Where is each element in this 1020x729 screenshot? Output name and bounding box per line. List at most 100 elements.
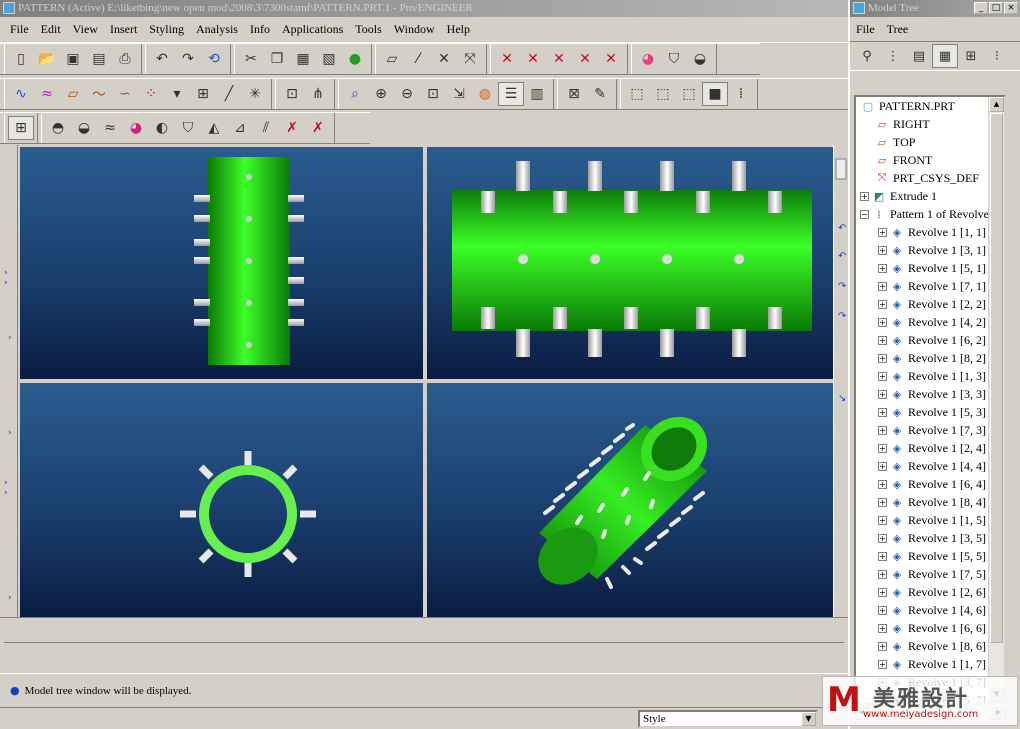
menu-applications[interactable]: Applications bbox=[276, 22, 349, 37]
tree-item[interactable]: + ◈ Revolve 1 [6, 4] bbox=[856, 475, 1004, 493]
tree-item[interactable]: + ◈ Revolve 1 [3, 3] bbox=[856, 385, 1004, 403]
tree-item[interactable]: + ◈ Revolve 1 [2, 4] bbox=[856, 439, 1004, 457]
delete-analysis-icon[interactable]: ✗ bbox=[279, 116, 305, 140]
expand-icon[interactable]: + bbox=[878, 281, 887, 291]
tree-item[interactable]: + ◈ Revolve 1 [5, 3] bbox=[856, 403, 1004, 421]
expand-icon[interactable]: + bbox=[878, 659, 887, 669]
sketch-icon[interactable]: ⊡ bbox=[279, 82, 305, 106]
redo-icon[interactable]: ↷ bbox=[175, 47, 201, 71]
zoom-out-icon[interactable]: ⊖ bbox=[394, 82, 420, 106]
tree-item[interactable]: + ◈ Revolve 1 [2, 6] bbox=[856, 583, 1004, 601]
curve-analysis-icon[interactable]: ≈ bbox=[97, 116, 123, 140]
hidden-line-icon[interactable]: ⬚ bbox=[650, 82, 676, 106]
show-tree-icon[interactable]: ▦ bbox=[932, 44, 958, 68]
slope-icon[interactable]: ⊿ bbox=[227, 116, 253, 140]
menu-info[interactable]: Info bbox=[244, 22, 276, 37]
tree-item[interactable]: + ◈ Revolve 1 [5, 5] bbox=[856, 547, 1004, 565]
cross-icon[interactable]: ✳ bbox=[242, 82, 268, 106]
tree-item[interactable]: + ◈ Revolve 1 [1, 7] bbox=[856, 655, 1004, 673]
draft-icon[interactable]: ◭ bbox=[201, 116, 227, 140]
tree-item[interactable]: ▱ FRONT bbox=[856, 151, 1004, 169]
close-window-icon[interactable]: ⊠ bbox=[561, 82, 587, 106]
save-copy-icon[interactable]: ▤ bbox=[86, 47, 112, 71]
tree-titlebar[interactable]: Model Tree _ □ × bbox=[850, 0, 1020, 17]
new-icon[interactable]: ▯ bbox=[8, 47, 34, 71]
view-pane-isometric[interactable] bbox=[427, 383, 833, 617]
expand-icon[interactable]: + bbox=[878, 443, 887, 453]
menu-analysis[interactable]: Analysis bbox=[190, 22, 244, 37]
curve-wave-icon[interactable]: ≈ bbox=[34, 82, 60, 106]
expand-icon[interactable]: + bbox=[878, 533, 887, 543]
copy-icon[interactable]: ❐ bbox=[264, 47, 290, 71]
tree-item[interactable]: + ◈ Revolve 1 [1, 3] bbox=[856, 367, 1004, 385]
tree-item[interactable]: + ◈ Revolve 1 [6, 2] bbox=[856, 331, 1004, 349]
menu-view[interactable]: View bbox=[67, 22, 104, 37]
curve-icon[interactable]: ∿ bbox=[8, 82, 34, 106]
refit-icon[interactable]: ⊡ bbox=[420, 82, 446, 106]
paste-icon[interactable]: ▦ bbox=[290, 47, 316, 71]
chevron-down-icon[interactable]: ▼ bbox=[801, 712, 816, 726]
shade-icon[interactable]: ◒ bbox=[687, 47, 713, 71]
shade-analysis-icon[interactable]: ◐ bbox=[149, 116, 175, 140]
expand-icon[interactable]: + bbox=[878, 263, 887, 273]
tree-item[interactable]: + ◈ Revolve 1 [6, 6] bbox=[856, 619, 1004, 637]
menu-help[interactable]: Help bbox=[441, 22, 476, 37]
expand-icon[interactable]: + bbox=[878, 641, 887, 651]
surface2-icon[interactable]: ◒ bbox=[71, 116, 97, 140]
tree-item[interactable]: + ◩ Extrude 1 bbox=[856, 187, 1004, 205]
reflect-icon[interactable]: ⛉ bbox=[175, 116, 201, 140]
sketch-curve-icon[interactable]: 〜 bbox=[86, 82, 112, 106]
plane-icon[interactable]: ▱ bbox=[60, 82, 86, 106]
expand-icon[interactable]: + bbox=[878, 605, 887, 615]
tree-vertical-scrollbar[interactable]: ▲ ▼ bbox=[988, 97, 1004, 703]
left-toolstrip[interactable]: › › › › › › › bbox=[0, 145, 18, 617]
tree-menu-file[interactable]: File bbox=[856, 22, 875, 37]
tree-item[interactable]: + ◈ Revolve 1 [3, 1] bbox=[856, 241, 1004, 259]
datum-point-display-icon[interactable]: ✕ bbox=[431, 47, 457, 71]
menu-edit[interactable]: Edit bbox=[35, 22, 67, 37]
settings-icon[interactable]: ⁝ bbox=[984, 44, 1010, 68]
tree-item[interactable]: + ◈ Revolve 1 [8, 6] bbox=[856, 637, 1004, 655]
filter-icon[interactable]: ⋮ bbox=[880, 44, 906, 68]
expand-icon[interactable]: ⊞ bbox=[958, 44, 984, 68]
tree-item[interactable]: ▱ RIGHT bbox=[856, 115, 1004, 133]
right-toolstrip[interactable]: ↶ ↶ ↷ ↷ ↘ bbox=[833, 145, 848, 617]
datum-axis-display-icon[interactable]: ⁄ bbox=[405, 47, 431, 71]
expand-icon[interactable]: + bbox=[878, 461, 887, 471]
network-icon[interactable]: ⋔ bbox=[305, 82, 331, 106]
view-pane-front[interactable] bbox=[20, 147, 423, 379]
expand-icon[interactable]: + bbox=[878, 335, 887, 345]
edit-icon[interactable]: ✎ bbox=[587, 82, 613, 106]
expand-icon[interactable]: + bbox=[878, 551, 887, 561]
expand-icon[interactable]: + bbox=[878, 407, 887, 417]
tree-item[interactable]: + ◈ Revolve 1 [3, 5] bbox=[856, 529, 1004, 547]
tree-item[interactable]: ⤧ PRT_CSYS_DEF bbox=[856, 169, 1004, 187]
tree-item[interactable]: + ◈ Revolve 1 [7, 3] bbox=[856, 421, 1004, 439]
open-icon[interactable]: 📂 bbox=[34, 47, 60, 71]
menu-file[interactable]: File bbox=[4, 22, 35, 37]
appearance-icon[interactable]: ◕ bbox=[635, 47, 661, 71]
undo-icon[interactable]: ↶ bbox=[149, 47, 175, 71]
tree-item[interactable]: + ◈ Revolve 1 [4, 2] bbox=[856, 313, 1004, 331]
tree-item[interactable]: + ◈ Revolve 1 [7, 1] bbox=[856, 277, 1004, 295]
tree-item[interactable]: + ◈ Revolve 1 [1, 5] bbox=[856, 511, 1004, 529]
tree-item[interactable]: − ⁞ Pattern 1 of Revolve 1 bbox=[856, 205, 1004, 223]
layers-icon[interactable]: ☰ bbox=[498, 82, 524, 106]
expand-icon[interactable]: + bbox=[878, 299, 887, 309]
xyz-f-icon[interactable]: ✕ bbox=[546, 47, 572, 71]
save-icon[interactable]: ▣ bbox=[60, 47, 86, 71]
dropdown-icon[interactable]: ▾ bbox=[164, 82, 190, 106]
tree-root[interactable]: ▢ PATTERN.PRT bbox=[856, 97, 1004, 115]
maximize-icon[interactable]: □ bbox=[989, 2, 1003, 14]
more-icon[interactable]: ⁞ bbox=[728, 82, 754, 106]
tree-item[interactable]: + ◈ Revolve 1 [4, 6] bbox=[856, 601, 1004, 619]
expand-icon[interactable]: + bbox=[878, 623, 887, 633]
cut-icon[interactable]: ✂ bbox=[238, 47, 264, 71]
tree-panel[interactable]: ▢ PATTERN.PRT ▱ RIGHT ▱ TOP ▱ FRONT ⤧ PRT_CSYS_… bbox=[854, 95, 1006, 705]
menu-styling[interactable]: Styling bbox=[143, 22, 190, 37]
surface-icon[interactable]: ◓ bbox=[45, 116, 71, 140]
expand-icon[interactable]: + bbox=[878, 587, 887, 597]
expand-icon[interactable]: + bbox=[878, 371, 887, 381]
menu-window[interactable]: Window bbox=[388, 22, 441, 37]
reorient-icon[interactable]: ⇲ bbox=[446, 82, 472, 106]
